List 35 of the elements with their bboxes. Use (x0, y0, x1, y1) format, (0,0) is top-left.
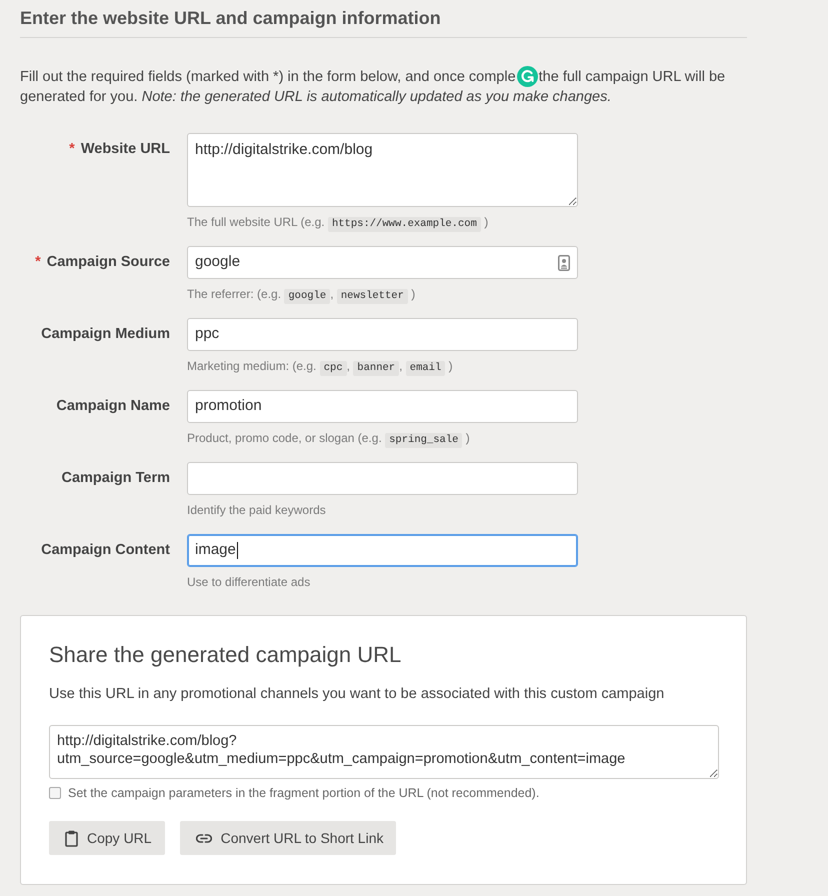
input-field[interactable] (187, 462, 578, 495)
help-text: The full website URL (e.g. https://www.example.com ) (187, 214, 488, 231)
contact-card-icon[interactable] (558, 254, 570, 270)
help-text: Product, promo code, or slogan (e.g. spring_sale ) (187, 430, 470, 447)
input-field[interactable]: ppc (187, 318, 578, 351)
panel-description: Use this URL in any promotional channels you want to be associated with this custom campaign (49, 685, 664, 704)
help-text: The referrer: (e.g. google , newsletter ) (187, 286, 416, 303)
clipboard-icon (65, 830, 78, 846)
writing-assistant-icon[interactable] (516, 66, 538, 87)
section-heading: Enter the website URL and campaign information (20, 7, 441, 30)
field-label: Campaign Term (61, 470, 170, 486)
intro-text: the full campaign URL will be (538, 68, 726, 86)
field-label: Website URL (80, 141, 170, 157)
field-label: Campaign Source (46, 254, 170, 270)
input-field[interactable]: google (187, 246, 578, 279)
short-link-button[interactable]: Convert URL to Short Link (180, 821, 396, 855)
checkbox[interactable] (49, 787, 61, 799)
intro-text: generated for you. Note: the generated URL is automatically updated as you make changes. (20, 89, 612, 105)
url-textarea[interactable]: http://digitalstrike.com/blog (187, 133, 578, 207)
field-label: Campaign Name (56, 398, 170, 414)
help-text: Use to differentiate ads (187, 574, 310, 591)
link-icon (196, 834, 212, 842)
intro-text: Fill out the required fields (marked with *) in the form below, and once comple (20, 68, 516, 86)
input-field[interactable]: image (187, 534, 578, 567)
checkbox-label: Set the campaign parameters in the fragment portion of the URL (not recommended). (68, 785, 540, 802)
help-text: Identify the paid keywords (187, 502, 326, 519)
copy-url-button[interactable]: Copy URL (49, 821, 165, 855)
field-label: Campaign Content (41, 542, 170, 558)
generated-url-textarea[interactable]: http://digitalstrike.com/blog?utm_source=google&utm_medium=ppc&utm_campaign=promotion&utm_content=image (49, 725, 719, 779)
field-label: Campaign Medium (41, 326, 170, 342)
required-mark: * (35, 254, 41, 270)
required-mark: * (69, 141, 75, 157)
input-field[interactable]: promotion (187, 390, 578, 423)
panel-title: Share the generated campaign URL (49, 641, 402, 669)
help-text: Marketing medium: (e.g. cpc , banner , email ) (187, 358, 453, 375)
